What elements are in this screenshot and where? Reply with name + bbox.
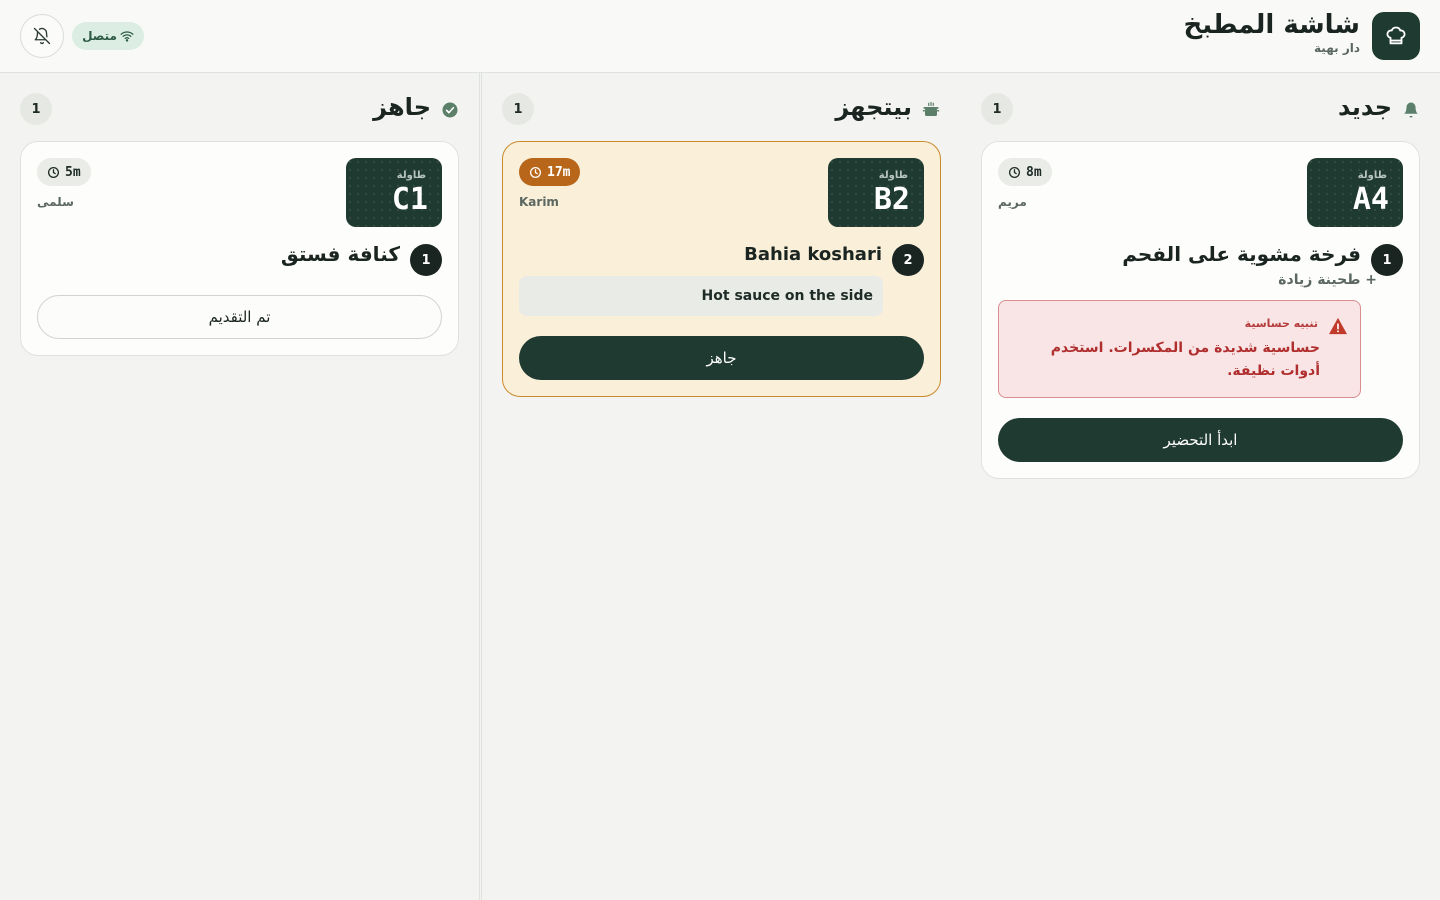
elapsed-time-badge: 8m (998, 158, 1052, 186)
column-count-badge: 1 (981, 93, 1013, 125)
table-badge: طاولة C1 (346, 158, 442, 227)
top-bar: شاشة المطبخ دار بهية متصل (0, 0, 1440, 73)
table-code: A4 (1352, 182, 1389, 217)
chef-hat-icon (1372, 12, 1420, 60)
server-name: مريم (998, 195, 1027, 209)
table-label: طاولة (1357, 170, 1387, 181)
warning-icon (1329, 317, 1347, 335)
item-modifier: + طحينة زيادة (1278, 272, 1377, 288)
elapsed-time-badge: 17m (519, 158, 581, 186)
item-quantity: 1 (410, 244, 442, 276)
clock-icon (529, 166, 542, 178)
column-ready: جاهز 1 طاولة C1 5m سلمى 1 كنافة فستق تم … (0, 73, 480, 900)
allergy-title: تنبيه حساسية (1244, 317, 1318, 330)
server-name: سلمى (37, 195, 74, 209)
column-count-badge: 1 (502, 93, 534, 125)
wifi-icon (120, 31, 134, 42)
item-quantity: 2 (892, 244, 924, 276)
page-title: شاشة المطبخ (1183, 10, 1360, 40)
order-item: 1 فرخة مشوية على الفحم (998, 242, 1403, 276)
allergy-alert: تنبيه حساسية حساسية شديدة من المكسرات. ا… (998, 300, 1361, 398)
mute-notifications-button[interactable] (20, 14, 64, 58)
item-name: Bahia koshari (744, 244, 882, 265)
cooking-pot-icon (922, 101, 940, 116)
column-count-badge: 1 (20, 93, 52, 125)
order-card: طاولة A4 8m مريم 1 فرخة مشوية على الفحم … (981, 141, 1420, 479)
column-title: جديد (1337, 93, 1392, 121)
column-title: جاهز (373, 93, 431, 121)
bell-off-icon (33, 27, 51, 45)
clock-icon (47, 166, 60, 178)
elapsed-time: 5m (65, 164, 81, 180)
clock-icon (1008, 166, 1021, 178)
bell-icon (1404, 102, 1418, 118)
elapsed-time: 8m (1026, 164, 1042, 180)
item-note: Hot sauce on the side (519, 276, 883, 316)
mark-ready-button[interactable]: جاهز (519, 336, 924, 380)
check-circle-icon (442, 102, 458, 118)
column-new: جديد 1 طاولة A4 8m مريم 1 فرخة مشوية على… (961, 73, 1440, 900)
table-badge: طاولة B2 (828, 158, 924, 227)
order-item: 1 كنافة فستق (37, 242, 442, 276)
allergy-text: حساسية شديدة من المكسرات. استخدم أدوات ن… (1050, 340, 1320, 379)
order-item: 2 Bahia koshari (519, 242, 924, 276)
column-preparing: بيتجهز 1 طاولة B2 17m Karim 2 Bahia kosh… (481, 73, 960, 900)
table-label: طاولة (396, 170, 426, 181)
item-name: كنافة فستق (280, 242, 400, 266)
elapsed-time: 17m (547, 164, 571, 180)
table-badge: طاولة A4 (1307, 158, 1403, 227)
order-card: طاولة B2 17m Karim 2 Bahia koshari Hot s… (502, 141, 941, 397)
table-code: B2 (873, 182, 910, 217)
order-card: طاولة C1 5m سلمى 1 كنافة فستق تم التقديم (20, 141, 459, 356)
elapsed-time-badge: 5m (37, 158, 91, 186)
table-label: طاولة (878, 170, 908, 181)
item-name: فرخة مشوية على الفحم (1122, 242, 1361, 266)
server-name: Karim (519, 195, 559, 209)
mark-served-button[interactable]: تم التقديم (37, 295, 442, 339)
connection-status-badge: متصل (72, 22, 144, 50)
restaurant-name: دار بهية (1314, 41, 1360, 55)
column-title: بيتجهز (835, 93, 912, 121)
table-code: C1 (391, 182, 428, 217)
start-preparing-button[interactable]: ابدأ التحضير (998, 418, 1403, 462)
connection-status-label: متصل (82, 29, 117, 43)
